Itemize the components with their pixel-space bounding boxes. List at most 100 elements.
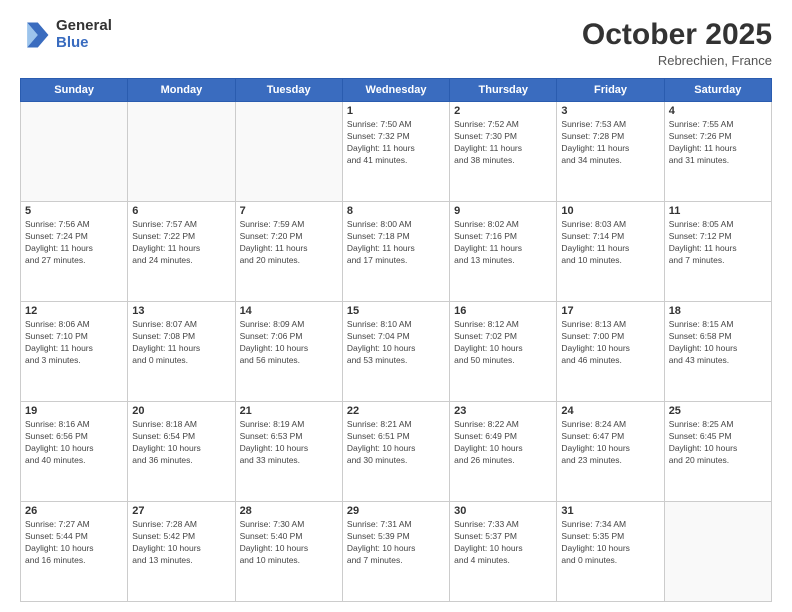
table-row: 9Sunrise: 8:02 AM Sunset: 7:16 PM Daylig… — [450, 202, 557, 302]
day-info: Sunrise: 8:09 AM Sunset: 7:06 PM Dayligh… — [240, 319, 338, 367]
day-number: 25 — [669, 405, 767, 417]
table-row — [235, 102, 342, 202]
day-number: 15 — [347, 305, 445, 317]
col-friday: Friday — [557, 79, 664, 102]
table-row: 30 Sunrise: 7:33 AM Sunset: 5:37 PM Dayli… — [450, 502, 557, 602]
table-row: 21 Sunrise: 8:19 AM Sunset: 6:53 PM Dayli… — [235, 402, 342, 502]
day-info: Sunrise: 7:56 AM Sunset: 7:24 PM Dayligh… — [25, 219, 123, 267]
day-number: 16 — [454, 305, 552, 317]
table-row — [664, 502, 771, 602]
day-number: 6 — [132, 205, 230, 217]
day-number: 14 — [240, 305, 338, 317]
day-number: 17 — [561, 305, 659, 317]
day-number: 26 — [25, 505, 123, 517]
table-row — [128, 102, 235, 202]
month-title: October 2025 — [582, 18, 772, 51]
calendar-week-row: 5 Sunrise: 7:56 AM Sunset: 7:24 PM Daylig… — [21, 202, 772, 302]
table-row: 23Sunrise: 8:22 AM Sunset: 6:49 PM Dayli… — [450, 402, 557, 502]
table-row: 7 Sunrise: 7:59 AM Sunset: 7:20 PM Daylig… — [235, 202, 342, 302]
day-number: 10 — [561, 205, 659, 217]
table-row: 13 Sunrise: 8:07 AM Sunset: 7:08 PM Dayli… — [128, 302, 235, 402]
day-number: 28 — [240, 505, 338, 517]
day-info: Sunrise: 7:33 AM Sunset: 5:37 PM Dayligh… — [454, 519, 552, 567]
table-row: 10 Sunrise: 8:03 AM Sunset: 7:14 PM Dayli… — [557, 202, 664, 302]
col-monday: Monday — [128, 79, 235, 102]
calendar-body: 1 Sunrise: 7:50 AM Sunset: 7:32 PM Daylig… — [21, 102, 772, 602]
calendar-week-row: 19 Sunrise: 8:16 AM Sunset: 6:56 PM Dayli… — [21, 402, 772, 502]
table-row: 17 Sunrise: 8:13 AM Sunset: 7:00 PM Dayli… — [557, 302, 664, 402]
day-info: Sunrise: 7:31 AM Sunset: 5:39 PM Dayligh… — [347, 519, 445, 567]
day-info: Sunrise: 8:21 AM Sunset: 6:51 PM Dayligh… — [347, 419, 445, 467]
day-info: Sunrise: 7:27 AM Sunset: 5:44 PM Dayligh… — [25, 519, 123, 567]
day-number: 22 — [347, 405, 445, 417]
day-number: 12 — [25, 305, 123, 317]
logo-icon — [20, 19, 52, 51]
table-row: 31 Sunrise: 7:34 AM Sunset: 5:35 PM Dayli… — [557, 502, 664, 602]
day-info: Sunrise: 8:18 AM Sunset: 6:54 PM Dayligh… — [132, 419, 230, 467]
logo-text: General Blue — [56, 18, 112, 51]
day-number: 5 — [25, 205, 123, 217]
header: General Blue October 2025 Rebrechien, Fr… — [20, 18, 772, 68]
day-number: 20 — [132, 405, 230, 417]
table-row: 16 Sunrise: 8:12 AM Sunset: 7:02 PM Dayli… — [450, 302, 557, 402]
day-info: Sunrise: 8:16 AM Sunset: 6:56 PM Dayligh… — [25, 419, 123, 467]
col-sunday: Sunday — [21, 79, 128, 102]
day-info: Sunrise: 7:52 AM Sunset: 7:30 PM Dayligh… — [454, 119, 552, 167]
table-row: 19 Sunrise: 8:16 AM Sunset: 6:56 PM Dayli… — [21, 402, 128, 502]
calendar-week-row: 1 Sunrise: 7:50 AM Sunset: 7:32 PM Daylig… — [21, 102, 772, 202]
day-number: 7 — [240, 205, 338, 217]
day-number: 31 — [561, 505, 659, 517]
day-info: Sunrise: 7:34 AM Sunset: 5:35 PM Dayligh… — [561, 519, 659, 567]
table-row: 5 Sunrise: 7:56 AM Sunset: 7:24 PM Daylig… — [21, 202, 128, 302]
day-info: Sunrise: 7:28 AM Sunset: 5:42 PM Dayligh… — [132, 519, 230, 567]
day-number: 3 — [561, 105, 659, 117]
table-row: 4Sunrise: 7:55 AM Sunset: 7:26 PM Daylig… — [664, 102, 771, 202]
day-number: 1 — [347, 105, 445, 117]
location-subtitle: Rebrechien, France — [582, 53, 772, 68]
table-row: 24 Sunrise: 8:24 AM Sunset: 6:47 PM Dayli… — [557, 402, 664, 502]
title-block: October 2025 Rebrechien, France — [582, 18, 772, 68]
table-row: 22 Sunrise: 8:21 AM Sunset: 6:51 PM Dayli… — [342, 402, 449, 502]
day-info: Sunrise: 7:50 AM Sunset: 7:32 PM Dayligh… — [347, 119, 445, 167]
day-info: Sunrise: 8:10 AM Sunset: 7:04 PM Dayligh… — [347, 319, 445, 367]
table-row: 11Sunrise: 8:05 AM Sunset: 7:12 PM Dayli… — [664, 202, 771, 302]
day-info: Sunrise: 7:57 AM Sunset: 7:22 PM Dayligh… — [132, 219, 230, 267]
day-number: 21 — [240, 405, 338, 417]
day-info: Sunrise: 7:59 AM Sunset: 7:20 PM Dayligh… — [240, 219, 338, 267]
logo: General Blue — [20, 18, 112, 51]
day-info: Sunrise: 8:03 AM Sunset: 7:14 PM Dayligh… — [561, 219, 659, 267]
day-number: 13 — [132, 305, 230, 317]
table-row: 18Sunrise: 8:15 AM Sunset: 6:58 PM Dayli… — [664, 302, 771, 402]
table-row — [21, 102, 128, 202]
day-info: Sunrise: 7:53 AM Sunset: 7:28 PM Dayligh… — [561, 119, 659, 167]
day-info: Sunrise: 8:00 AM Sunset: 7:18 PM Dayligh… — [347, 219, 445, 267]
day-number: 24 — [561, 405, 659, 417]
calendar-week-row: 12Sunrise: 8:06 AM Sunset: 7:10 PM Dayli… — [21, 302, 772, 402]
day-number: 30 — [454, 505, 552, 517]
table-row: 12Sunrise: 8:06 AM Sunset: 7:10 PM Dayli… — [21, 302, 128, 402]
day-number: 29 — [347, 505, 445, 517]
day-info: Sunrise: 8:07 AM Sunset: 7:08 PM Dayligh… — [132, 319, 230, 367]
table-row: 2Sunrise: 7:52 AM Sunset: 7:30 PM Daylig… — [450, 102, 557, 202]
table-row: 6 Sunrise: 7:57 AM Sunset: 7:22 PM Daylig… — [128, 202, 235, 302]
day-info: Sunrise: 8:24 AM Sunset: 6:47 PM Dayligh… — [561, 419, 659, 467]
col-thursday: Thursday — [450, 79, 557, 102]
day-info: Sunrise: 8:13 AM Sunset: 7:00 PM Dayligh… — [561, 319, 659, 367]
day-number: 19 — [25, 405, 123, 417]
table-row: 1 Sunrise: 7:50 AM Sunset: 7:32 PM Daylig… — [342, 102, 449, 202]
col-tuesday: Tuesday — [235, 79, 342, 102]
day-info: Sunrise: 7:30 AM Sunset: 5:40 PM Dayligh… — [240, 519, 338, 567]
day-info: Sunrise: 8:12 AM Sunset: 7:02 PM Dayligh… — [454, 319, 552, 367]
col-saturday: Saturday — [664, 79, 771, 102]
table-row: 26 Sunrise: 7:27 AM Sunset: 5:44 PM Dayli… — [21, 502, 128, 602]
day-number: 11 — [669, 205, 767, 217]
table-row: 20 Sunrise: 8:18 AM Sunset: 6:54 PM Dayli… — [128, 402, 235, 502]
day-info: Sunrise: 8:19 AM Sunset: 6:53 PM Dayligh… — [240, 419, 338, 467]
table-row: 14 Sunrise: 8:09 AM Sunset: 7:06 PM Dayli… — [235, 302, 342, 402]
table-row: 3 Sunrise: 7:53 AM Sunset: 7:28 PM Daylig… — [557, 102, 664, 202]
table-row: 15 Sunrise: 8:10 AM Sunset: 7:04 PM Dayli… — [342, 302, 449, 402]
col-wednesday: Wednesday — [342, 79, 449, 102]
table-row: 8Sunrise: 8:00 AM Sunset: 7:18 PM Daylig… — [342, 202, 449, 302]
table-row: 27Sunrise: 7:28 AM Sunset: 5:42 PM Dayli… — [128, 502, 235, 602]
day-info: Sunrise: 8:15 AM Sunset: 6:58 PM Dayligh… — [669, 319, 767, 367]
